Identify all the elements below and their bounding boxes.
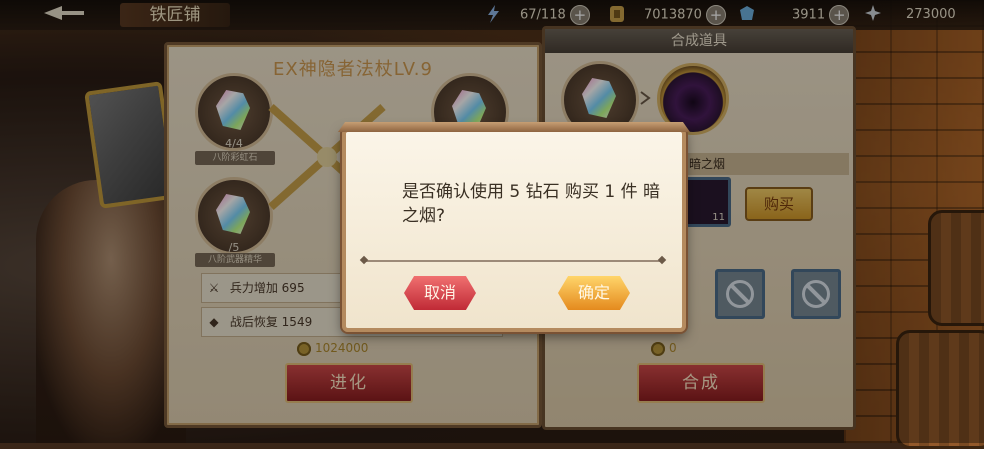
- dialog-message: 是否确认使用 5 钻石 购买 1 件 暗之烟?: [402, 182, 661, 226]
- confirm-button[interactable]: 确定: [558, 276, 630, 310]
- dialog-divider: [364, 260, 662, 262]
- cancel-button[interactable]: 取消: [404, 276, 476, 310]
- confirm-dialog: 是否确认使用 5 钻石 购买 1 件 暗之烟? 取消 确定: [342, 128, 686, 332]
